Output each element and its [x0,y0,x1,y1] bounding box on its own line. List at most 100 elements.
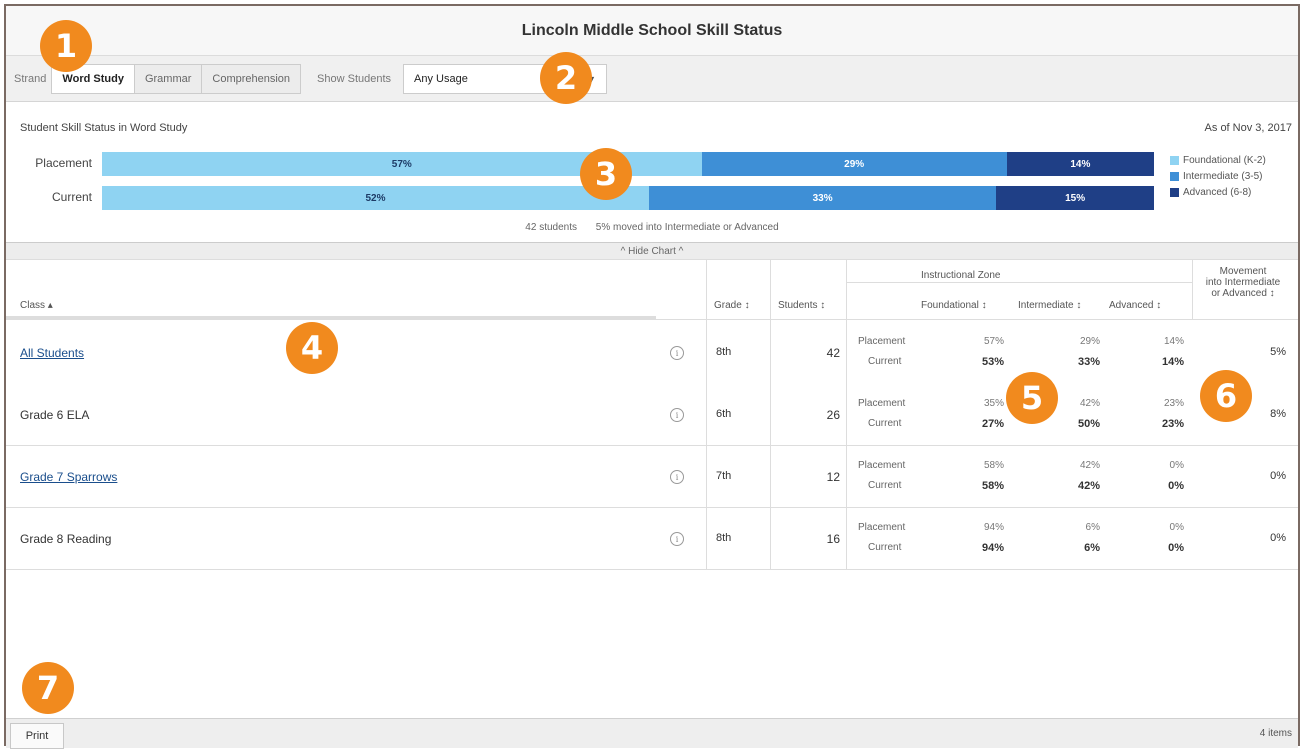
class-name: Grade 8 Reading [20,532,112,546]
legend-item-advanced: Advanced (6-8) [1170,184,1266,200]
grade-cell: 7th [716,470,732,482]
callout-marker: 3 [580,148,632,200]
column-header-advanced[interactable]: Advanced ↕ [1109,300,1161,311]
current-label: Current [868,418,902,429]
column-header-class[interactable]: Class ▴ [20,300,53,311]
class-name: Grade 6 ELA [20,408,90,422]
show-students-value: Any Usage [414,72,468,85]
current-foundational-value: 58% [981,480,1004,492]
table-row[interactable]: Grade 8 Reading i 8th 16 Placement Current 94%… [6,508,1298,570]
column-header-students[interactable]: Students ↕ [778,300,825,311]
callout-marker: 5 [1006,372,1058,424]
bottom-bar: Print 4 items [6,718,1298,749]
hide-chart-toggle[interactable]: ^ Hide Chart ^ [6,242,1298,260]
tab-grammar[interactable]: Grammar [133,63,203,94]
column-header-intermediate[interactable]: Intermediate ↕ [1018,300,1081,311]
legend-swatch [1170,155,1179,165]
placement-label: Placement [858,398,906,409]
current-advanced-value: 0% [1168,542,1184,554]
grade-cell: 6th [716,408,732,420]
app-frame: Lincoln Middle School Skill Status Stran… [4,4,1300,749]
current-advanced-value: 23% [1161,418,1184,430]
movement-cell: 0% [1270,470,1286,482]
class-table: Class ▴ Grade ↕ Students ↕ Instructional… [6,260,1298,720]
zone-group-underline [846,282,1192,283]
table-row[interactable]: Grade 7 Sparrows i 7th 12 Placement Current 58… [6,446,1298,508]
legend-label: Foundational (K-2) [1183,154,1266,166]
strand-label: Strand [14,72,47,85]
current-foundational-value: 53% [981,356,1004,368]
legend-swatch [1170,187,1179,197]
table-row[interactable]: Grade 6 ELA i 6th 26 Placement Current 35% 27% 4… [6,384,1298,446]
current-bar: 52% 33% 15% [102,186,1154,210]
students-cell: 12 [826,470,840,484]
grade-cell: 8th [716,532,732,544]
current-intermediate-value: 6% [1084,542,1100,554]
callout-marker: 6 [1200,370,1252,422]
bar-segment-intermediate: 33% [649,186,997,210]
column-header-movement[interactable]: Movement into Intermediate or Advanced ↕ [1198,266,1288,299]
info-icon[interactable]: i [670,346,684,360]
placement-advanced-value: 23% [1163,398,1184,409]
students-cell: 16 [826,532,840,546]
bar-segment-advanced: 14% [1006,152,1154,176]
print-button[interactable]: Print [10,723,64,749]
placement-label: Placement [858,522,906,533]
current-intermediate-value: 50% [1077,418,1100,430]
movement-cell: 0% [1270,532,1286,544]
placement-intermediate-value: 6% [1085,522,1100,533]
table-header: Class ▴ Grade ↕ Students ↕ Instructional… [6,260,1298,320]
placement-intermediate-value: 42% [1079,460,1100,471]
table-row[interactable]: All Students i 8th 42 Placement Current 57% 53%… [6,322,1298,384]
info-icon[interactable]: i [670,532,684,546]
chart-summary: 42 students 5% moved into Intermediate o… [6,222,1298,233]
bar-segment-foundational: 52% [102,186,650,210]
students-cell: 26 [826,408,840,422]
current-label: Current [868,480,902,491]
legend-item-foundational: Foundational (K-2) [1170,152,1266,168]
movement-header-line-2: into Intermediate [1205,277,1281,288]
legend-swatch [1170,171,1179,181]
placement-label: Placement [858,460,906,471]
column-header-grade[interactable]: Grade ↕ [714,300,750,311]
legend-label: Intermediate (3-5) [1183,170,1263,182]
current-foundational-value: 94% [981,542,1004,554]
column-header-foundational[interactable]: Foundational ↕ [921,300,987,311]
callout-marker: 7 [22,662,74,714]
page-title: Lincoln Middle School Skill Status [521,21,783,39]
tab-comprehension[interactable]: Comprehension [201,63,302,94]
class-name[interactable]: All Students [20,322,84,384]
toolbar: Strand Word Study Grammar Comprehension … [6,56,1298,102]
class-name[interactable]: Grade 7 Sparrows [20,446,117,508]
student-count: 42 students [525,222,578,233]
items-count: 4 items [1259,728,1292,739]
callout-marker: 1 [40,20,92,72]
column-group-instructional-zone: Instructional Zone [921,270,1001,281]
info-icon[interactable]: i [670,470,684,484]
callout-marker: 2 [540,52,592,104]
placement-foundational-value: 57% [983,336,1004,347]
placement-foundational-value: 35% [983,398,1004,409]
current-bar-label: Current [51,190,92,204]
as-of-date: As of Nov 3, 2017 [1204,122,1292,134]
current-intermediate-value: 42% [1077,480,1100,492]
movement-summary: 5% moved into Intermediate or Advanced [595,222,779,233]
movement-header-line-1: Movement [1219,266,1267,277]
placement-foundational-value: 58% [983,460,1004,471]
grade-cell: 8th [716,346,732,358]
legend-label: Advanced (6-8) [1183,186,1252,198]
placement-advanced-value: 0% [1169,522,1184,533]
info-icon[interactable]: i [670,408,684,422]
callout-marker: 4 [286,322,338,374]
header-divider [6,316,656,319]
placement-advanced-value: 14% [1163,336,1184,347]
movement-cell: 5% [1270,346,1286,358]
chart-legend: Foundational (K-2) Intermediate (3-5) Ad… [1170,152,1266,200]
current-foundational-value: 27% [981,418,1004,430]
chart-title: Student Skill Status in Word Study [20,122,188,134]
bar-segment-intermediate: 29% [701,152,1007,176]
placement-label: Placement [858,336,906,347]
students-cell: 42 [826,346,840,360]
current-intermediate-value: 33% [1077,356,1100,368]
chart-area: Student Skill Status in Word Study As of… [6,102,1298,242]
